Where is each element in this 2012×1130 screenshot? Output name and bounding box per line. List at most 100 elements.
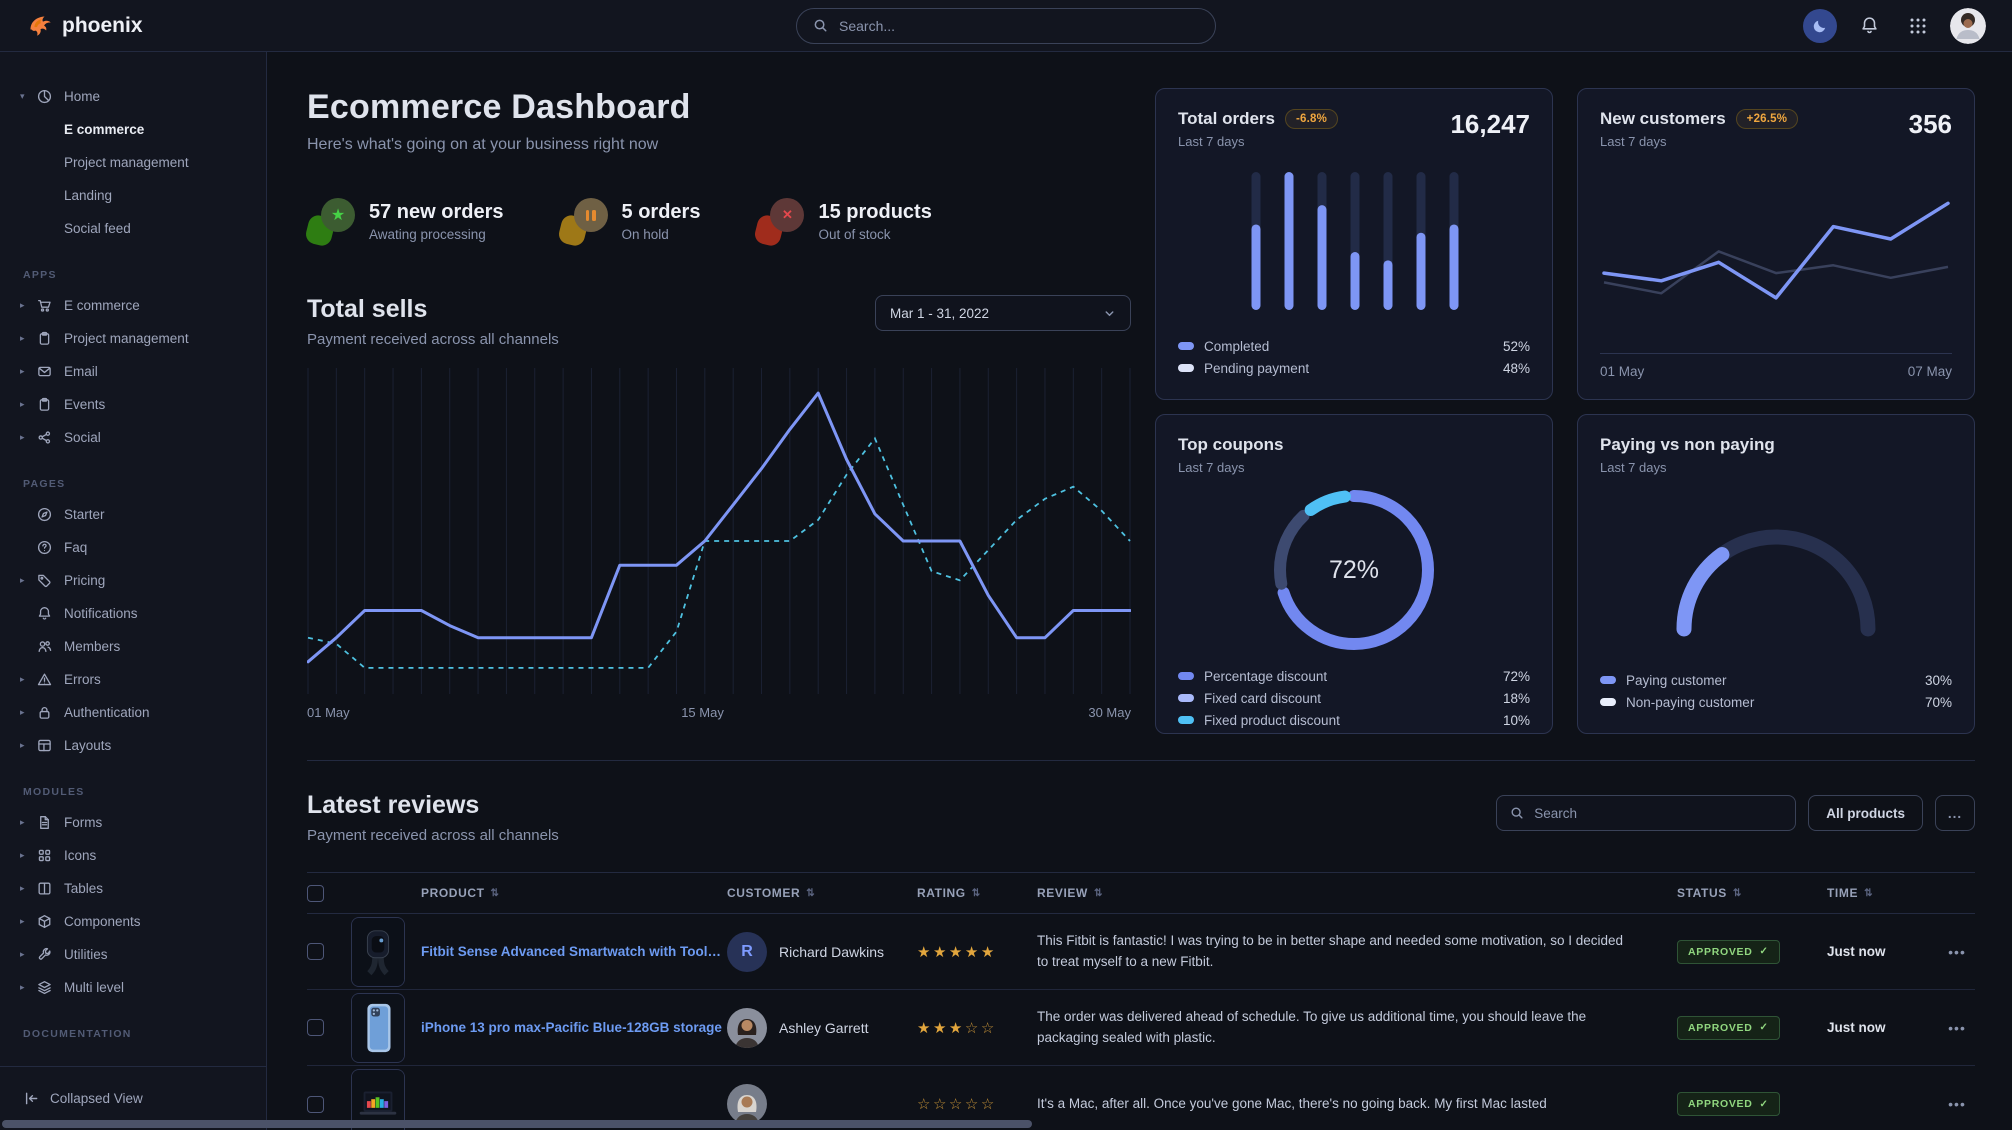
sidebar-item-notifications[interactable]: Notifications [20,597,252,630]
date-range-select[interactable]: Mar 1 - 31, 2022 [875,295,1131,331]
sidebar-item-utilities[interactable]: Utilities [20,938,252,971]
product-link[interactable]: iPhone 13 pro max-Pacific Blue-128GB sto… [421,1020,722,1035]
legend-value: 72% [1503,669,1530,684]
sidebar-section-apps: APPS [23,269,252,281]
column-header-rating[interactable]: RATING [917,886,1037,900]
card-title: New customers [1600,109,1726,129]
select-all-checkbox[interactable] [307,885,324,902]
sidebar-item-e-commerce[interactable]: E commerce [20,113,252,146]
sidebar-item-icons[interactable]: Icons [20,839,252,872]
total-orders-bar-chart [1178,149,1530,335]
row-checkbox[interactable] [307,943,324,960]
user-avatar[interactable] [1950,8,1986,44]
brand-logo[interactable]: phoenix [26,12,143,39]
legend-item: Pending payment48% [1178,357,1530,379]
notifications-button[interactable] [1852,9,1886,43]
customer-avatar[interactable] [727,1084,767,1124]
share-icon [37,430,64,445]
collapse-icon [24,1091,39,1106]
stat-sub: Out of stock [818,227,931,242]
legend-value: 10% [1503,713,1530,728]
caret-right-icon [20,982,37,993]
bell-icon [1860,16,1879,35]
sidebar-item-label: Social [64,430,101,445]
sidebar-item-layouts[interactable]: Layouts [20,729,252,762]
reviews-title: Latest reviews [307,791,559,820]
scrollbar-thumb[interactable] [2,1120,1032,1128]
sidebar: HomeE commerceProject managementLandingS… [0,52,267,1130]
stat-value: 5 orders [622,201,701,224]
column-header-review[interactable]: REVIEW [1037,886,1677,900]
sidebar-item-e-commerce[interactable]: E commerce [20,289,252,322]
stat-sub: On hold [622,227,701,242]
customer-name: Richard Dawkins [779,944,884,960]
rating-stars: ★★★★★ [917,943,1037,961]
sidebar-item-starter[interactable]: Starter [20,498,252,531]
legend-value: 70% [1925,695,1952,710]
reviews-subtitle: Payment received across all channels [307,827,559,844]
sidebar-item-tables[interactable]: Tables [20,872,252,905]
column-header-status[interactable]: STATUS [1677,886,1827,900]
total-orders-card: Total orders -6.8% Last 7 days 16,247 Co… [1155,88,1553,400]
dashboard-cards: Total orders -6.8% Last 7 days 16,247 Co… [1155,88,1975,734]
sidebar-item-components[interactable]: Components [20,905,252,938]
sidebar-item-authentication[interactable]: Authentication [20,696,252,729]
sidebar-item-pricing[interactable]: Pricing [20,564,252,597]
sidebar-item-faq[interactable]: Faq [20,531,252,564]
sidebar-item-social-feed[interactable]: Social feed [20,212,252,245]
sidebar-item-project-management[interactable]: Project management [20,322,252,355]
table-row: iPhone 13 pro max-Pacific Blue-128GB sto… [307,990,1975,1066]
review-text: It's a Mac, after all. Once you've gone … [1037,1094,1677,1115]
status-badge: APPROVED✓ [1677,940,1780,964]
out-of-stock-icon: ✕ [756,198,804,245]
product-thumbnail-iphone[interactable] [351,993,405,1063]
apps-grid-button[interactable] [1901,9,1935,43]
sidebar-section-pages: PAGES [23,478,252,490]
chevron-down-icon [1103,307,1116,320]
sidebar-item-multi-level[interactable]: Multi level [20,971,252,1004]
row-checkbox[interactable] [307,1019,324,1036]
new-orders-icon: ★ [307,198,355,245]
reviews-search[interactable] [1496,795,1796,831]
customer-avatar[interactable]: R [727,932,767,972]
all-products-button[interactable]: All products [1808,795,1923,831]
sidebar-item-landing[interactable]: Landing [20,179,252,212]
new-customers-x-labels: 01 May 07 May [1600,353,1952,379]
sidebar-item-project-management[interactable]: Project management [20,146,252,179]
column-header-time[interactable]: TIME [1827,886,1939,900]
sidebar-item-members[interactable]: Members [20,630,252,663]
clipboard-icon [37,397,64,412]
caret-right-icon [20,850,37,861]
theme-toggle-button[interactable] [1803,9,1837,43]
sidebar-item-home[interactable]: Home [20,80,252,113]
row-actions-button[interactable]: ••• [1939,1020,1975,1036]
column-header-customer[interactable]: CUSTOMER [727,886,917,900]
row-actions-button[interactable]: ••• [1939,944,1975,960]
wrench-icon [37,947,64,962]
sidebar-item-forms[interactable]: Forms [20,806,252,839]
sidebar-item-social[interactable]: Social [20,421,252,454]
caret-right-icon [20,817,37,828]
reviews-search-input[interactable] [1534,806,1782,821]
caret-right-icon [20,740,37,751]
paying-vs-nonpaying-card: Paying vs non paying Last 7 days Paying … [1577,414,1975,734]
row-checkbox[interactable] [307,1096,324,1113]
sidebar-item-label: Project management [64,331,189,346]
customer-avatar[interactable] [727,1008,767,1048]
cross-icon: ✕ [770,198,804,232]
sidebar-item-errors[interactable]: Errors [20,663,252,696]
stat-out-of-stock: ✕ 15 products Out of stock [756,198,931,245]
product-thumbnail-smartwatch[interactable] [351,917,405,987]
global-search[interactable] [796,8,1216,44]
column-header-product[interactable]: PRODUCT [351,886,727,900]
search-input[interactable] [839,18,1199,34]
page-subtitle: Here's what's going on at your business … [307,136,1131,154]
trend-badge: +26.5% [1736,109,1799,129]
reviews-more-button[interactable]: ... [1935,795,1975,831]
legend-label: Fixed card discount [1204,691,1321,706]
sidebar-item-email[interactable]: Email [20,355,252,388]
row-actions-button[interactable]: ••• [1939,1096,1975,1112]
horizontal-scrollbar[interactable] [0,1120,2012,1129]
sidebar-item-events[interactable]: Events [20,388,252,421]
product-link[interactable]: Fitbit Sense Advanced Smartwatch with To… [421,944,727,959]
